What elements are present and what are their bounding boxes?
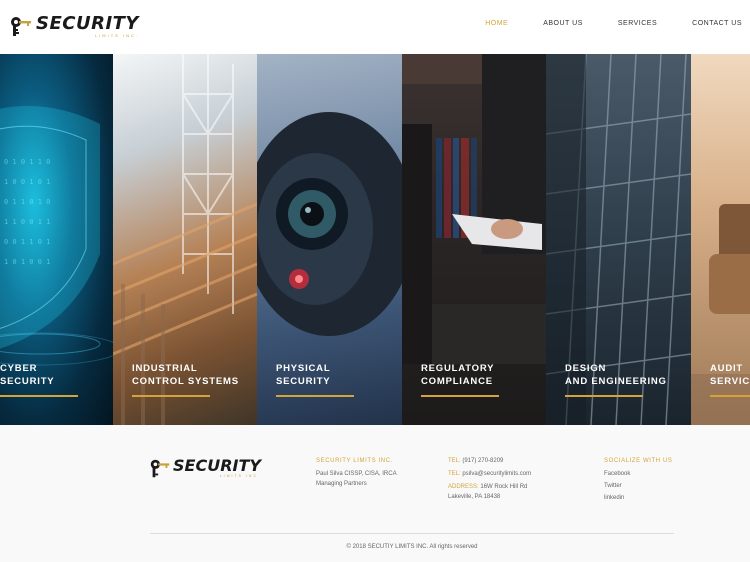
main-nav: HOME ABOUT US SERVICES CONTACT US <box>450 20 742 27</box>
service-title-line2: SERVICES <box>710 376 750 387</box>
service-panel-industrial-control-systems[interactable]: INDUSTRIAL CONTROL SYSTEMS <box>113 54 257 425</box>
service-title-line1: AUDIT <box>710 363 744 374</box>
svg-text:1 0 0 1 0 1: 1 0 0 1 0 1 <box>4 178 50 186</box>
service-panel-design-and-engineering[interactable]: DESIGN AND ENGINEERING <box>546 54 691 425</box>
svg-text:0 0 1 1 0 1: 0 0 1 1 0 1 <box>4 238 50 246</box>
copyright: © 2018 SECUTIY LIMITS INC. All rights re… <box>346 544 478 550</box>
service-panel-audit-services[interactable]: AUDIT SERVICES <box>691 54 750 425</box>
footer-social: SOCIALIZE WITH US Facebook Twitter linke… <box>604 456 694 505</box>
service-title-line2: CONTROL SYSTEMS <box>132 376 239 387</box>
accent-rule <box>565 395 643 397</box>
contact-role: Managing Partners <box>316 481 367 487</box>
brand-name: SECURITY <box>173 455 261 475</box>
footer-company: SECURITY LIMITS INC. Paul Silva CISSP, C… <box>316 456 436 489</box>
svg-text:0 1 0 1 1 0: 0 1 0 1 1 0 <box>4 158 50 166</box>
tel-value[interactable]: (917) 270-8209 <box>462 458 503 464</box>
svg-text:1 1 0 0 1 1: 1 1 0 0 1 1 <box>4 218 50 226</box>
tel-label: TEL: <box>448 458 461 464</box>
footer-divider <box>150 533 674 534</box>
service-title-line2: AND ENGINEERING <box>565 376 667 387</box>
services-banner: 0 1 0 1 1 0 1 0 0 1 0 1 0 1 1 0 1 0 1 1 … <box>0 54 750 425</box>
service-title-line1: CYBER <box>0 363 38 374</box>
site-footer: SECURITY LIMITS INC. SECURITY LIMITS INC… <box>0 425 750 562</box>
accent-rule <box>421 395 499 397</box>
service-title-line1: PHYSICAL <box>276 363 331 374</box>
service-title-line2: COMPLIANCE <box>421 376 493 387</box>
service-title-line2: SECURITY <box>276 376 331 387</box>
nav-contact-us[interactable]: CONTACT US <box>692 20 742 27</box>
brand-name: SECURITY <box>36 12 139 34</box>
email-value[interactable]: psilva@securitylimits.com <box>462 471 531 477</box>
service-title-line2: SECURITY <box>0 376 55 387</box>
address-line1: 16W Rock Hill Rd <box>480 484 528 490</box>
address-label: ADDRESS: <box>448 484 479 490</box>
footer-contact: TEL: (917) 270-8209 TEL: psilva@security… <box>448 456 588 502</box>
footer-logo[interactable]: SECURITY LIMITS INC. <box>148 456 261 480</box>
site-logo[interactable]: SECURITY LIMITS INC. <box>8 12 139 40</box>
service-title-line1: REGULATORY <box>421 363 495 374</box>
social-link-linkedin[interactable]: linkedin <box>604 493 694 503</box>
nav-services[interactable]: SERVICES <box>618 20 657 27</box>
svg-text:0 1 1 0 1 0: 0 1 1 0 1 0 <box>4 198 50 206</box>
accent-rule <box>276 395 354 397</box>
page: SECURITY LIMITS INC. HOME ABOUT US SERVI… <box>0 0 750 562</box>
social-title: SOCIALIZE WITH US <box>604 458 673 464</box>
contact-person: Paul Silva CISSP, CISA, IRCA <box>316 471 397 477</box>
accent-rule <box>710 395 750 397</box>
brand-tagline: LIMITS INC. <box>219 473 261 478</box>
address-line2: Lakeville, PA 18438 <box>448 494 501 500</box>
accent-rule <box>0 395 78 397</box>
nav-home[interactable]: HOME <box>485 20 508 27</box>
service-panel-physical-security[interactable]: PHYSICAL SECURITY <box>257 54 402 425</box>
service-panel-cyber-security[interactable]: 0 1 0 1 1 0 1 0 0 1 0 1 0 1 1 0 1 0 1 1 … <box>0 54 113 425</box>
service-title-line1: INDUSTRIAL <box>132 363 198 374</box>
keys-logo-icon <box>148 456 172 480</box>
email-label: TEL: <box>448 471 461 477</box>
svg-text:1 0 1 0 0 1: 1 0 1 0 0 1 <box>4 258 50 266</box>
social-link-facebook[interactable]: Facebook <box>604 469 694 479</box>
service-title-line1: DESIGN <box>565 363 607 374</box>
company-title: SECURITY LIMITS INC. <box>316 458 393 464</box>
brand-tagline: LIMITS INC. <box>94 32 139 38</box>
keys-logo-icon <box>8 13 34 39</box>
site-header: SECURITY LIMITS INC. HOME ABOUT US SERVI… <box>0 0 750 54</box>
social-link-twitter[interactable]: Twitter <box>604 481 694 491</box>
nav-about-us[interactable]: ABOUT US <box>543 20 583 27</box>
service-panel-regulatory-compliance[interactable]: REGULATORY COMPLIANCE <box>402 54 546 425</box>
accent-rule <box>132 395 210 397</box>
